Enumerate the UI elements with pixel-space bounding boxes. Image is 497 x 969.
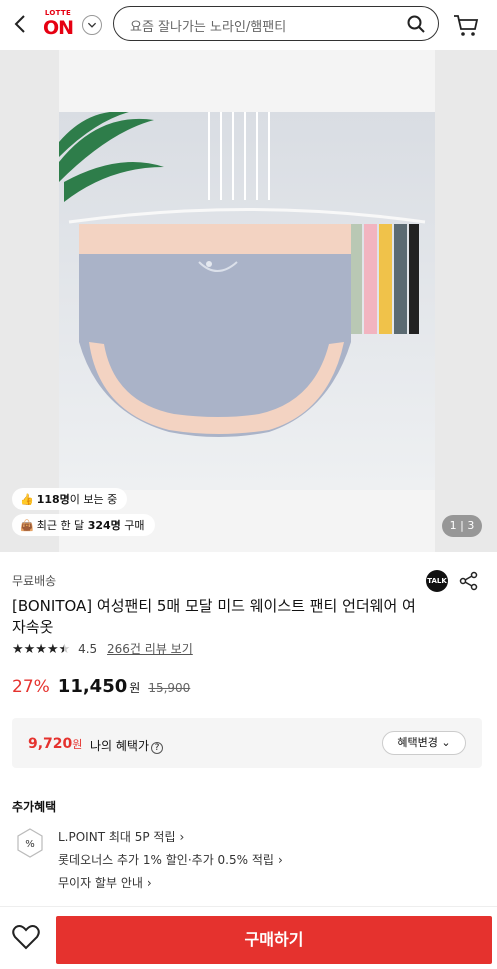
original-price: 15,900 <box>148 681 191 695</box>
search-input[interactable]: 요즘 잘나가는 노라인/햄팬티 <box>113 6 439 41</box>
chevron-down-icon[interactable] <box>82 15 102 35</box>
lotte-owners-benefit-link[interactable]: 롯데오너스 추가 1% 할인·추가 0.5% 적립 › <box>58 851 283 868</box>
help-icon[interactable]: ? <box>151 742 164 754</box>
lotte-on-logo[interactable]: LOTTE ON <box>40 9 76 41</box>
my-benefit-price: 9,720원 <box>28 736 83 752</box>
change-benefit-button[interactable]: 혜택변경 ⌄ <box>382 731 466 755</box>
viewers-badge: 👍 118명이 보는 중 <box>12 488 128 510</box>
extra-benefit-title: 추가혜택 <box>12 800 57 814</box>
star-rating: ★★★★★★ <box>12 642 71 657</box>
buy-button[interactable]: 구매하기 <box>56 916 492 964</box>
search-placeholder: 요즘 잘나가는 노라인/햄팬티 <box>130 20 287 35</box>
free-shipping-label: 무료배송 <box>12 574 57 588</box>
search-icon[interactable] <box>406 14 426 34</box>
thumbs-up-icon: 👍 <box>20 493 34 506</box>
price-unit: 원 <box>129 681 141 695</box>
bottom-divider <box>0 906 497 907</box>
product-image-carousel[interactable]: 👍 118명이 보는 중 👜 최근 한 달 324명 구매 1 | 3 <box>0 50 497 552</box>
chevron-right-icon: › <box>277 853 283 867</box>
cart-icon[interactable] <box>452 11 480 39</box>
chevron-right-icon: › <box>146 876 152 890</box>
product-photo <box>59 112 435 490</box>
lpoint-benefit-link[interactable]: L.POINT 최대 5P 적립 › <box>58 828 184 845</box>
discount-rate: 27% <box>12 677 50 697</box>
my-benefit-label: 나의 혜택가? <box>90 737 164 754</box>
rating-value: 4.5 <box>78 642 98 656</box>
price-row: 27% 11,450 원 15,900 <box>12 676 190 702</box>
percent-badge-icon: % <box>17 828 43 858</box>
rating-row: ★★★★★★ 4.5 266건 리뷰 보기 <box>12 640 193 657</box>
installment-info-link[interactable]: 무이자 할부 안내 › <box>58 874 152 891</box>
review-link[interactable]: 266건 리뷰 보기 <box>107 640 193 657</box>
back-arrow-icon[interactable] <box>8 10 34 38</box>
recent-purchase-badge: 👜 최근 한 달 324명 구매 <box>12 514 155 536</box>
product-image-frame <box>59 50 435 552</box>
svg-text:%: % <box>25 839 35 850</box>
chevron-down-icon: ⌄ <box>441 736 451 749</box>
image-pager: 1 | 3 <box>442 515 482 537</box>
chevron-right-icon: › <box>179 830 185 844</box>
heart-icon[interactable] <box>12 924 40 950</box>
my-benefit-box: 9,720원 나의 혜택가? 혜택변경 ⌄ <box>12 718 482 768</box>
product-title: [BONITOA] 여성팬티 5매 모달 미드 웨이스트 팬티 언더웨어 여자속… <box>12 597 416 636</box>
sale-price: 11,450 <box>57 676 128 697</box>
talk-button[interactable]: TALK <box>426 570 448 592</box>
share-icon[interactable] <box>459 571 479 591</box>
shopping-bag-icon: 👜 <box>20 519 34 532</box>
top-header: LOTTE ON 요즘 잘나가는 노라인/햄팬티 <box>0 0 497 50</box>
